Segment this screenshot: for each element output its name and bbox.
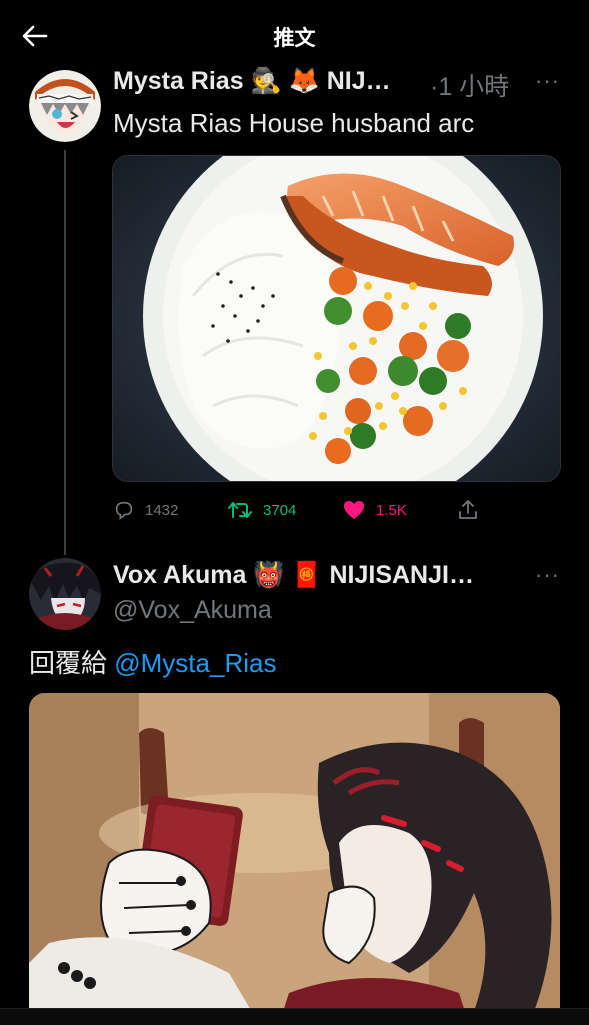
tweet-image[interactable]: [112, 155, 561, 482]
share-button[interactable]: [456, 495, 480, 525]
more-options-icon[interactable]: ···: [535, 68, 560, 94]
avatar[interactable]: [29, 70, 101, 142]
reply-prefix: 回覆給: [29, 648, 108, 678]
page-title: 推文: [273, 27, 316, 50]
reply-button[interactable]: 1432: [113, 495, 178, 525]
bottom-toolbar-edge: [0, 1008, 589, 1025]
reply-image[interactable]: [29, 693, 560, 1024]
author-name[interactable]: Vox Akuma 👹 🧧 NIJISANJI…: [113, 561, 474, 590]
author-name[interactable]: Mysta Rias 🕵️ 🦊 NIJ…: [113, 67, 391, 96]
retweet-button[interactable]: 3704: [227, 495, 296, 525]
mention-link[interactable]: @Mysta_Rias: [114, 648, 276, 678]
retweet-icon: [228, 502, 252, 518]
tweet-text: Mysta Rias House husband arc: [113, 108, 475, 138]
author-handle[interactable]: @Vox_Akuma: [113, 596, 272, 625]
share-icon: [459, 500, 477, 519]
tweet-action-bar: 1432 3704 1.5K: [0, 495, 589, 525]
like-button[interactable]: 1.5K: [342, 495, 407, 525]
replying-to: 回覆給 @Mysta_Rias: [29, 643, 276, 680]
more-options-icon[interactable]: ···: [535, 562, 560, 588]
like-count: 1.5K: [376, 501, 407, 519]
heart-icon: [344, 501, 364, 519]
reply-icon: [115, 501, 133, 520]
top-bar: 推文: [0, 0, 589, 68]
retweet-count: 3704: [263, 501, 297, 519]
reply-count: 1432: [145, 501, 179, 519]
avatar[interactable]: [29, 558, 101, 630]
tweet-time[interactable]: ·1 小時: [430, 67, 509, 103]
